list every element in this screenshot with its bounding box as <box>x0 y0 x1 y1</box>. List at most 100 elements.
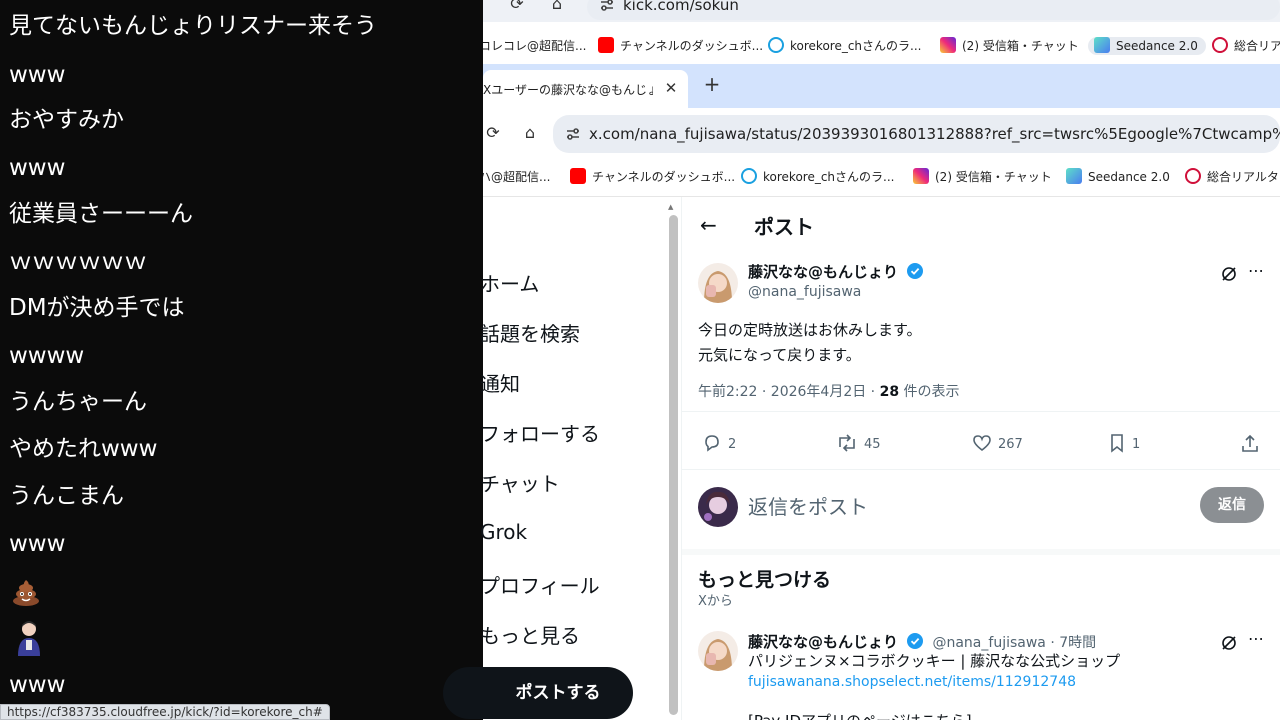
tab-active[interactable]: Xユーザーの藤沢なな@もんじょりさん ✕ <box>483 70 688 108</box>
youtube-icon <box>570 168 586 184</box>
tab-title: Xユーザーの藤沢なな@もんじょりさん <box>483 83 653 97</box>
bookmark-item[interactable]: 総合リア <box>1212 37 1280 55</box>
scroll-up-arrow[interactable]: ▲ <box>668 203 673 211</box>
bookmark-item[interactable]: korekore_chさんのラ... <box>768 37 921 55</box>
more-options-icon[interactable]: ⋯ <box>1248 261 1264 280</box>
nav-notifications[interactable]: 通知 <box>480 368 520 397</box>
home-icon[interactable]: ⌂ <box>520 123 540 143</box>
verified-badge-icon <box>907 263 924 279</box>
bookmark-item[interactable]: 総合リアルタイ <box>1185 168 1280 186</box>
chat-message: うんちゃーん <box>9 389 147 415</box>
scrollbar-thumb[interactable] <box>669 215 678 715</box>
discover-text: パリジェンヌ×コラボクッキー | 藤沢なな公式ショップ <box>748 652 1121 670</box>
grok-icon[interactable] <box>1220 265 1238 283</box>
nav-follow[interactable]: フォローする <box>480 418 600 447</box>
chat-overlay: 見てないもんじょりリスナー来そう www おやすみか www 従業員さーーーん … <box>0 0 483 720</box>
front-url-field[interactable]: x.com/nana_fujisawa/status/2039393016801… <box>553 115 1280 153</box>
front-bookmarks-bar: ハ@超配信... チャンネルのダッシュボ... korekore_chさんのラ.… <box>483 160 1280 194</box>
section-separator <box>682 549 1280 555</box>
site-settings-icon <box>567 128 579 140</box>
front-browser-window: Xユーザーの藤沢なな@もんじょりさん ✕ + ⟳ ⌂ x.com/nana_fu… <box>443 64 1280 720</box>
person-emoji-icon <box>18 621 40 656</box>
back-browser-window: ⟳ ⌂ kick.com/sokun コレコレ@超配信... チャンネルのダッシ… <box>483 0 1280 64</box>
discover-link[interactable]: fujisawanana.shopselect.net/items/112912… <box>748 674 1076 690</box>
chat-message: www <box>9 155 66 181</box>
instagram-icon <box>940 37 956 53</box>
discover-subtitle: Xから <box>698 594 733 609</box>
page-title: ポスト <box>754 215 814 239</box>
reply-button[interactable]: 返信 <box>1200 487 1264 523</box>
crown-icon <box>1212 37 1228 53</box>
bookmark-item[interactable]: Seedance 2.0 <box>1066 168 1170 186</box>
x-page: ホーム 話題を検索 通知 フォローする チャット Grok プロフィール もっと… <box>443 196 1280 720</box>
reply-icon <box>705 435 719 452</box>
nav-profile[interactable]: プロフィール <box>480 570 600 599</box>
seedance-icon <box>1066 168 1082 184</box>
home-icon[interactable]: ⌂ <box>547 0 567 14</box>
main-column: ← ポスト 藤沢なな@もんじょり @nana_fujisawa ⋯ 今日の定時放… <box>681 197 1280 720</box>
my-avatar[interactable] <box>698 487 738 527</box>
nav-grok[interactable]: Grok <box>480 520 527 544</box>
post-meta: 午前2:22 · 2026年4月2日 · 28 件の表示 <box>698 384 960 400</box>
bookmark-item[interactable]: Seedance 2.0 <box>1088 37 1206 55</box>
reply-input[interactable]: 返信をポスト <box>748 491 868 520</box>
close-tab-icon[interactable]: ✕ <box>663 79 679 97</box>
bookmark-item[interactable]: チャンネルのダッシュボ... <box>598 37 763 55</box>
chat-message: ｗｗｗｗｗｗ <box>9 249 147 275</box>
chat-message: 見てないもんじょりリスナー来そう <box>9 13 377 39</box>
chat-message: おやすみか <box>9 107 124 133</box>
new-tab-icon[interactable]: + <box>701 73 723 95</box>
post-button[interactable]: ポストする <box>443 667 633 719</box>
nav-explore[interactable]: 話題を検索 <box>480 318 580 347</box>
like-action[interactable]: 267 <box>972 433 1023 453</box>
crown-icon <box>1185 168 1201 184</box>
avatar[interactable] <box>698 631 738 671</box>
divider <box>682 411 1280 412</box>
reply-action[interactable]: 2 <box>702 433 736 453</box>
divider <box>682 469 1280 470</box>
poop-emoji-icon <box>13 580 39 606</box>
bookmark-action[interactable]: 1 <box>1108 433 1140 453</box>
chat-message: DMが決め手では <box>9 295 185 321</box>
back-url-field[interactable]: kick.com/sokun <box>587 0 1280 20</box>
bookmark-item[interactable]: (2) 受信箱・チャット <box>913 168 1052 186</box>
verified-badge-icon <box>907 633 924 649</box>
chat-message: うんこまん <box>9 483 124 509</box>
nav-chat[interactable]: チャット <box>480 468 560 497</box>
chat-message: www <box>9 531 66 557</box>
bookmark-icon <box>1111 434 1123 453</box>
back-arrow-icon[interactable]: ← <box>700 213 717 237</box>
nav-more[interactable]: もっと見る <box>480 620 580 649</box>
chat-message: www <box>9 62 66 88</box>
instagram-icon <box>913 168 929 184</box>
seedance-icon <box>1094 37 1110 53</box>
back-bookmarks-bar: コレコレ@超配信... チャンネルのダッシュボ... korekore_chさん… <box>483 29 1280 63</box>
kick-icon <box>768 37 784 53</box>
chat-message: www <box>9 672 66 698</box>
chat-message: 従業員さーーーん <box>9 201 193 227</box>
bookmark-item[interactable]: コレコレ@超配信... <box>483 37 586 55</box>
bookmark-item[interactable]: チャンネルのダッシュボ... <box>570 168 735 186</box>
tab-strip: Xユーザーの藤沢なな@もんじょりさん ✕ + <box>483 64 1280 108</box>
chat-message: やめたれwww <box>9 436 158 462</box>
bookmark-item[interactable]: (2) 受信箱・チャット <box>940 37 1079 55</box>
post-display-name[interactable]: 藤沢なな@もんじょり <box>748 261 924 282</box>
reload-icon[interactable]: ⟳ <box>507 0 527 14</box>
repost-action[interactable]: 45 <box>836 433 881 453</box>
bookmark-item[interactable]: korekore_chさんのラ... <box>741 168 894 186</box>
grok-icon[interactable] <box>1220 634 1238 652</box>
nav-home[interactable]: ホーム <box>480 268 539 297</box>
heart-icon <box>973 435 991 452</box>
share-icon[interactable] <box>1240 434 1260 454</box>
reload-icon[interactable]: ⟳ <box>483 123 503 143</box>
youtube-icon <box>598 37 614 53</box>
status-bar-url: https://cf383735.cloudfree.jp/kick/?id=k… <box>0 704 330 720</box>
post-handle[interactable]: @nana_fujisawa <box>748 284 861 300</box>
post-text-line: 今日の定時放送はお休みします。 <box>698 321 922 339</box>
bookmark-item[interactable]: ハ@超配信... <box>483 168 550 186</box>
discover-text-partial: [Pay IDアプリのページはこちら] <box>748 709 972 720</box>
more-options-icon[interactable]: ⋯ <box>1248 629 1264 648</box>
avatar[interactable] <box>698 263 738 303</box>
repost-icon <box>839 434 855 452</box>
discover-title: もっと見つける <box>698 569 832 591</box>
